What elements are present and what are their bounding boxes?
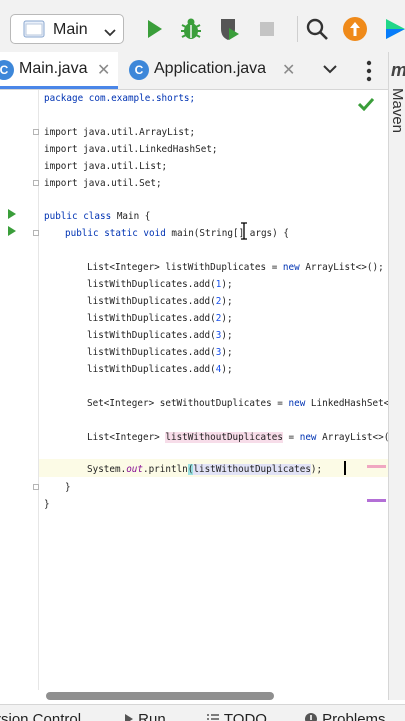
error-stripe-marker[interactable] xyxy=(367,499,386,502)
java-class-icon: C xyxy=(0,60,14,80)
right-tool-window-strip xyxy=(388,52,405,700)
code-line-close-class: } xyxy=(44,499,50,510)
tab-application-java[interactable]: C Application.java ✕ xyxy=(122,52,302,89)
chevron-down-icon xyxy=(104,24,116,42)
no-problems-check-icon[interactable] xyxy=(357,97,375,116)
editor-gutter xyxy=(0,90,39,690)
code-line-main-method: public static void main(String[] args) { xyxy=(65,228,289,239)
java-class-icon: C xyxy=(129,60,149,80)
code-line-add: listWithDuplicates.add(2); xyxy=(87,313,233,324)
code-line-list-without-duplicates: List<Integer> listWithoutDuplicates = ne… xyxy=(87,432,388,443)
run-configuration-icon xyxy=(23,20,45,43)
plugin-icon[interactable] xyxy=(384,15,405,43)
horizontal-scrollbar-thumb[interactable] xyxy=(46,692,274,700)
code-line-import: import java.util.LinkedHashSet; xyxy=(44,144,218,155)
code-line-add: listWithDuplicates.add(3); xyxy=(87,347,233,358)
text-caret xyxy=(344,461,346,475)
search-icon[interactable] xyxy=(303,15,331,43)
code-line-import: import java.util.List; xyxy=(44,161,168,172)
stop-icon[interactable] xyxy=(253,15,281,43)
editor-tab-bar: C Main.java ✕ C Application.java ✕ xyxy=(0,52,388,90)
text-cursor-icon xyxy=(240,222,248,245)
code-line-add: listWithDuplicates.add(1); xyxy=(87,279,233,290)
tab-list-chevron-icon[interactable] xyxy=(318,52,344,89)
update-icon[interactable] xyxy=(341,15,369,43)
code-line-import: import java.util.ArrayList; xyxy=(44,127,196,138)
code-line-add: listWithDuplicates.add(3); xyxy=(87,330,233,341)
run-icon[interactable] xyxy=(140,15,168,43)
more-options-icon[interactable] xyxy=(360,52,380,89)
run-main-icon[interactable] xyxy=(8,226,16,236)
error-stripe-marker[interactable] xyxy=(367,465,386,468)
code-line-close-method: } xyxy=(65,482,71,493)
code-editor[interactable]: package com.example.shorts; import java.… xyxy=(40,90,388,690)
fold-marker-icon[interactable] xyxy=(33,129,39,135)
run-configuration-label: Main xyxy=(53,21,88,38)
code-line-class-declaration: public class Main { xyxy=(44,211,151,222)
toolbar-separator xyxy=(297,16,298,42)
bottom-tool-bar: rsion Control Run TODO Problems xyxy=(0,704,405,721)
tab-label: Main.java xyxy=(19,60,88,77)
main-toolbar: Main xyxy=(0,0,405,59)
code-line-println: System.out.println(listWithoutDuplicates… xyxy=(87,464,323,475)
code-line-import: import java.util.Set; xyxy=(44,178,162,189)
fold-marker-icon[interactable] xyxy=(33,484,39,490)
maven-tool-window-button[interactable]: Maven xyxy=(389,88,405,133)
close-icon[interactable]: ✕ xyxy=(282,60,295,80)
debug-icon[interactable] xyxy=(177,15,205,43)
code-line-list-declaration: List<Integer> listWithDuplicates = new A… xyxy=(87,262,384,273)
code-line-add: listWithDuplicates.add(4); xyxy=(87,364,233,375)
fold-marker-icon[interactable] xyxy=(33,230,39,236)
code-line-package: package com.example.shorts; xyxy=(44,93,196,104)
maven-icon[interactable]: m xyxy=(391,60,405,81)
tab-label: Application.java xyxy=(154,60,267,77)
run-configuration-selector[interactable]: Main xyxy=(10,14,124,44)
fold-marker-icon[interactable] xyxy=(33,180,39,186)
run-class-icon[interactable] xyxy=(8,209,16,219)
close-icon[interactable]: ✕ xyxy=(97,60,110,80)
code-line-set-declaration: Set<Integer> setWithoutDuplicates = new … xyxy=(87,398,388,409)
tab-main-java[interactable]: C Main.java ✕ xyxy=(0,52,118,89)
coverage-icon[interactable] xyxy=(215,15,243,43)
code-line-add: listWithDuplicates.add(2); xyxy=(87,296,233,307)
